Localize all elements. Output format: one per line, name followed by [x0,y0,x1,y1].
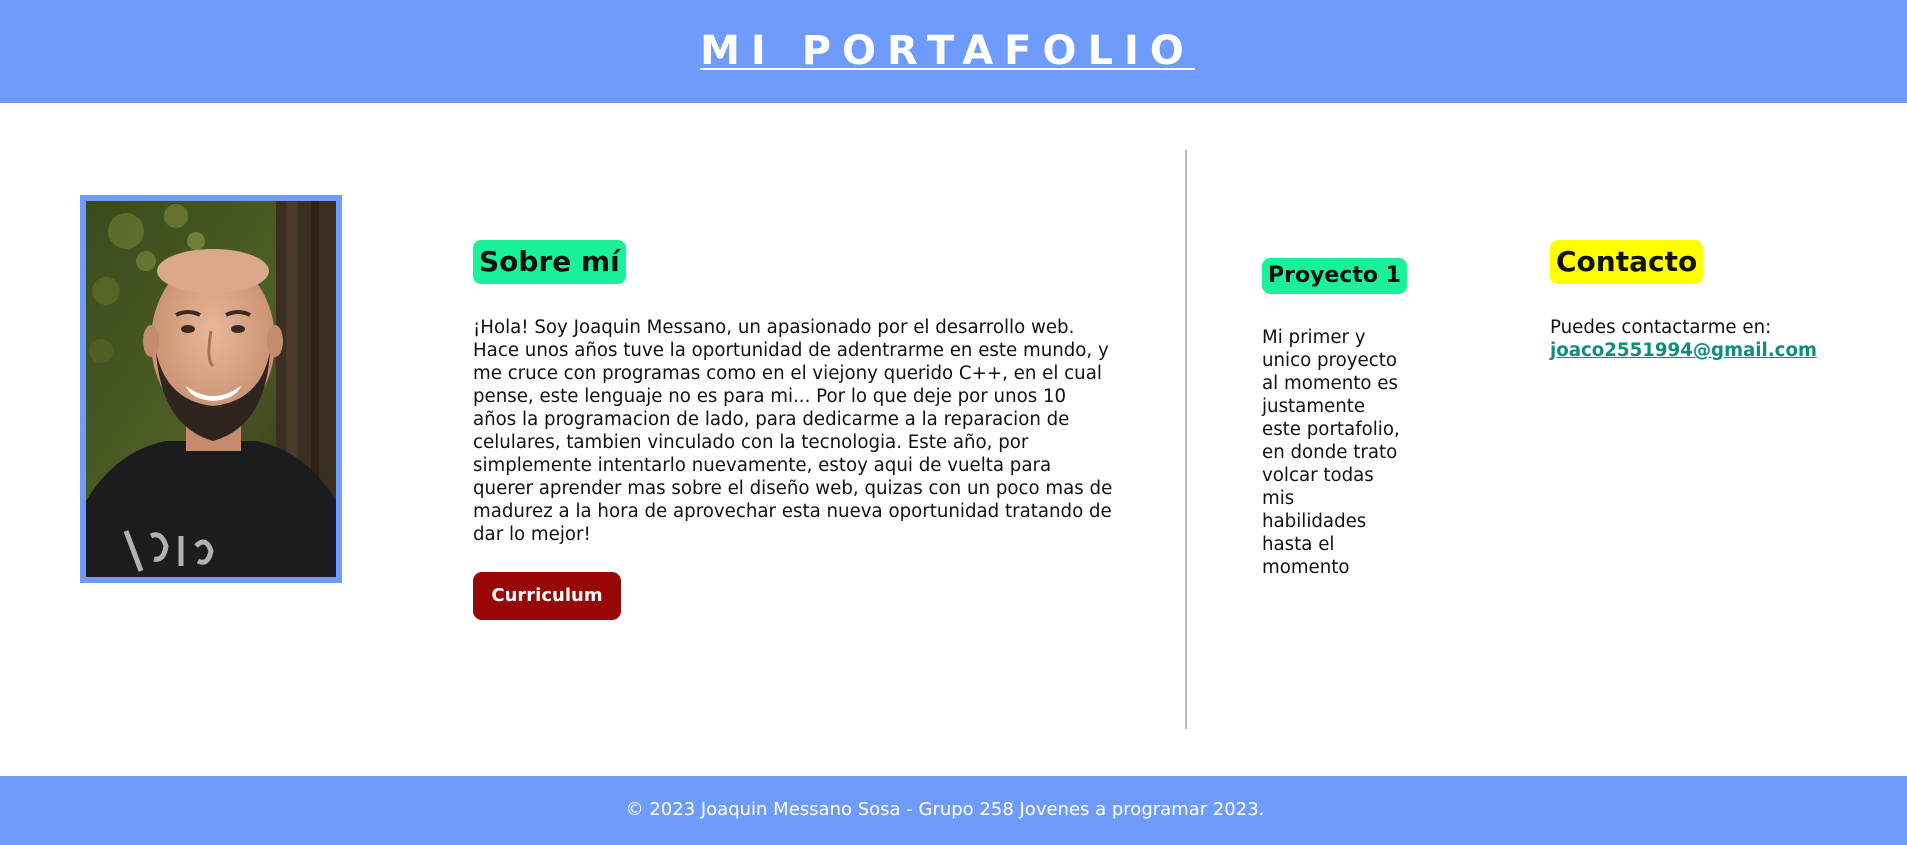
curriculum-button[interactable]: Curriculum [473,572,621,620]
site-footer: © 2023 Joaquin Messano Sosa - Grupo 258 … [0,776,1907,845]
profile-photo [86,201,336,577]
about-text: ¡Hola! Soy Joaquin Messano, un apasionad… [473,317,1113,545]
project-heading: Proyecto 1 [1262,258,1407,294]
site-title: MI PORTAFOLIO [0,26,1895,76]
contact-email-link[interactable]: joaco2551994@gmail.com [1550,340,1817,361]
profile-photo-frame [80,195,342,583]
section-divider [1185,150,1187,729]
site-header: MI PORTAFOLIO [0,0,1907,103]
contact-text: Puedes contactarme en: joaco2551994@gmai… [1550,316,1850,362]
footer-copyright: © 2023 Joaquin Messano Sosa - Grupo 258 … [625,799,1265,820]
about-heading: Sobre mí [473,240,626,284]
contact-heading: Contacto [1550,240,1704,284]
contact-intro: Puedes contactarme en: [1550,317,1772,338]
project-description: Mi primer y unico proyecto al momento es… [1262,327,1400,578]
site-title-text: MI PORTAFOLIO [700,28,1195,74]
